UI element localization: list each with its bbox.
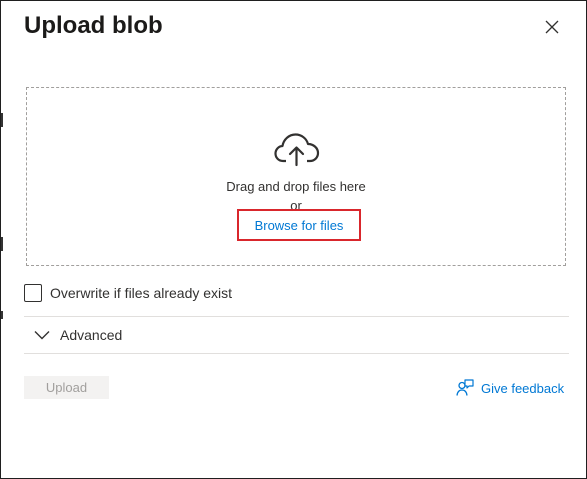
- advanced-label: Advanced: [60, 327, 123, 343]
- upload-blob-panel: Upload blob Drag and drop files here or …: [0, 0, 587, 479]
- advanced-toggle[interactable]: Advanced: [24, 319, 569, 353]
- divider: [24, 316, 569, 317]
- close-icon: [545, 20, 559, 34]
- edge-mark: [1, 237, 3, 251]
- overwrite-checkbox[interactable]: [24, 284, 42, 302]
- drag-drop-text: Drag and drop files here: [226, 179, 366, 194]
- browse-files-link[interactable]: Browse for files: [237, 209, 361, 241]
- divider: [24, 353, 569, 354]
- edge-mark: [1, 113, 3, 127]
- feedback-person-icon: [456, 379, 474, 396]
- upload-button[interactable]: Upload: [24, 376, 109, 399]
- give-feedback-link[interactable]: Give feedback: [456, 378, 564, 398]
- give-feedback-label: Give feedback: [481, 380, 565, 396]
- edge-mark: [1, 311, 3, 319]
- cloud-upload-icon: [274, 133, 320, 167]
- chevron-down-icon: [34, 331, 50, 340]
- close-button[interactable]: [539, 14, 565, 40]
- panel-title: Upload blob: [24, 12, 163, 39]
- overwrite-label: Overwrite if files already exist: [50, 285, 233, 301]
